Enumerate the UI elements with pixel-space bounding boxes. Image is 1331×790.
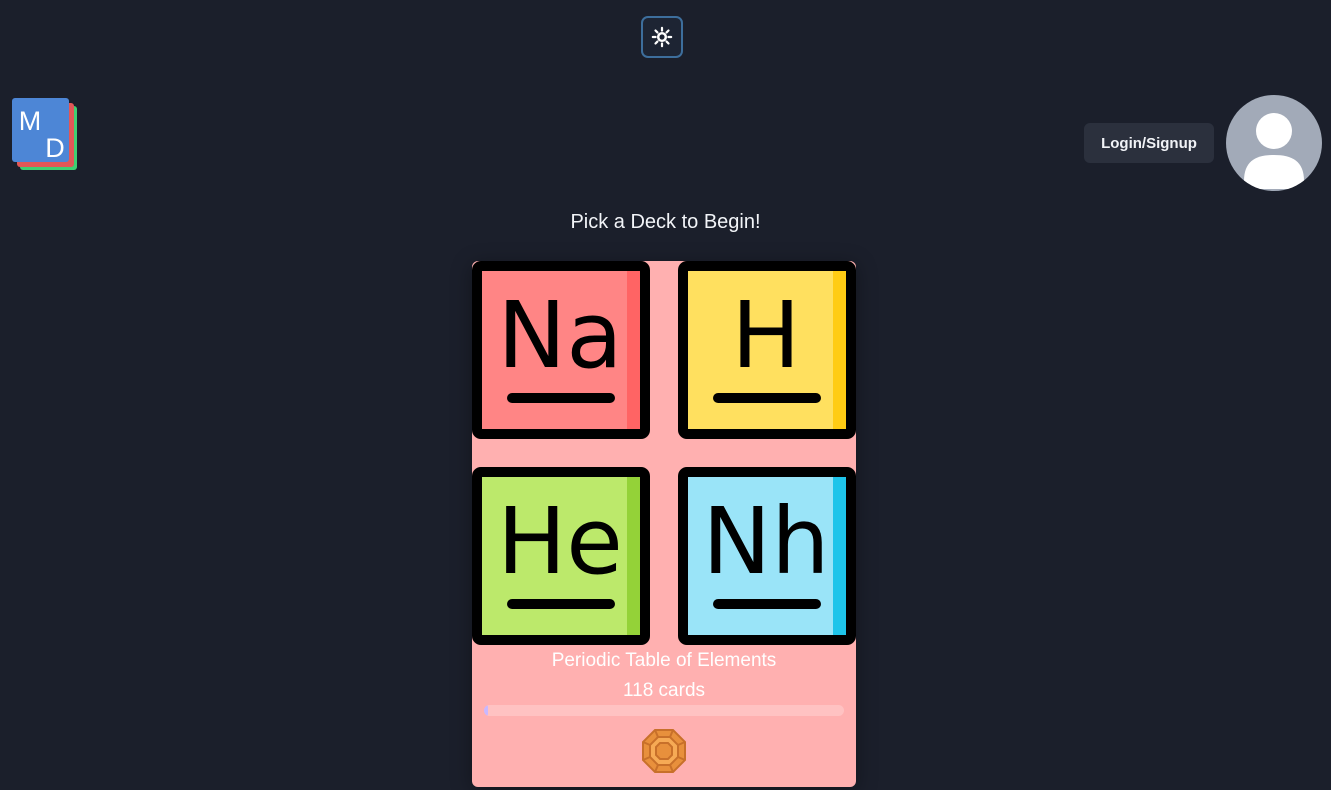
logo-letter-d: D [45, 133, 65, 163]
page: M D Login/Signup Pick a Deck to Begin! N… [0, 0, 1331, 790]
element-symbol-na: Na [497, 282, 622, 389]
page-heading: Pick a Deck to Begin! [570, 211, 761, 233]
theme-toggle-button[interactable] [641, 16, 683, 58]
element-tile-he: He [472, 467, 650, 645]
deck-title: Periodic Table of Elements [551, 650, 777, 671]
logo-letter-m: M [19, 106, 42, 136]
app-logo[interactable]: M D [12, 98, 80, 174]
element-tile-nh: Nh [678, 467, 856, 645]
element-tile-na: Na [472, 261, 650, 439]
element-symbol-h: H [731, 282, 800, 389]
periodic-table-icon: Na H He Nh [472, 261, 856, 645]
login-signup-button[interactable]: Login/Signup [1084, 123, 1214, 163]
gem-icon[interactable] [640, 727, 688, 775]
deck-card-count: 118 cards [622, 680, 706, 701]
avatar[interactable] [1226, 95, 1322, 191]
element-symbol-he: He [497, 488, 623, 595]
sun-icon [651, 26, 673, 48]
user-icon [1244, 113, 1304, 189]
deck-card[interactable]: Na H He Nh Periodic Table of Elements 11… [472, 261, 856, 787]
element-symbol-nh: Nh [702, 488, 829, 595]
deck-progress-fill [484, 705, 488, 716]
deck-progress-bar [484, 705, 844, 716]
element-tile-h: H [678, 261, 856, 439]
